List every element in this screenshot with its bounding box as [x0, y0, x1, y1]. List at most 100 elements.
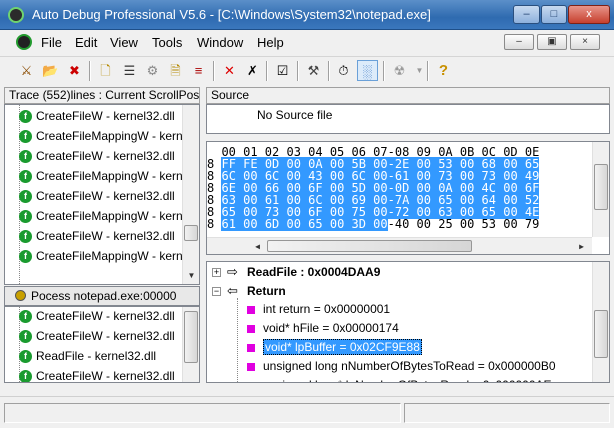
- function-icon: f: [19, 110, 32, 124]
- help-icon[interactable]: ?: [433, 60, 454, 81]
- hex-scroll-thumb[interactable]: [594, 164, 608, 210]
- close-x-icon[interactable]: ✗: [242, 60, 263, 81]
- function-icon: f: [19, 310, 32, 324]
- hex-selected-bytes: 61 00 6D 00 65 00 3D 00: [221, 217, 388, 231]
- param-node[interactable]: int return = 0x00000001: [247, 300, 390, 318]
- scroll-left-arrow-icon[interactable]: ◀: [249, 238, 266, 254]
- maximize-button[interactable]: □: [541, 5, 567, 24]
- minimize-button[interactable]: –: [513, 5, 540, 24]
- menu-view[interactable]: View: [110, 35, 138, 50]
- function-icon: f: [19, 210, 32, 224]
- menu-window[interactable]: Window: [197, 35, 243, 50]
- trace-bottom-scroll-thumb[interactable]: [184, 311, 198, 363]
- param-label: unsigned long* lpNumberOfBytesRead = 0x0…: [263, 378, 552, 382]
- toolbar-separator: [297, 61, 299, 81]
- window-title: Auto Debug Professional V5.6 - [C:\Windo…: [32, 7, 431, 22]
- remove-process-icon[interactable]: ✖: [64, 60, 85, 81]
- detail-scroll-thumb[interactable]: [594, 310, 608, 358]
- trace-row[interactable]: f CreateFileW - kernel32.dll: [19, 307, 175, 326]
- hex-row[interactable]: 8 61 00 6D 00 65 00 3D 00-40 00 25 00 53…: [207, 217, 540, 231]
- trace-scroll-thumb[interactable]: [184, 225, 198, 241]
- trace-row[interactable]: f CreateFileW - kernel32.dll: [19, 366, 175, 382]
- expand-readfile-toggle[interactable]: +: [212, 268, 221, 277]
- status-pane-secondary: [404, 403, 610, 423]
- doc-minimize-button[interactable]: –: [504, 34, 534, 50]
- toolbar-separator: [266, 61, 268, 81]
- trace-row[interactable]: f CreateFileMappingW - kerne: [19, 166, 189, 186]
- detail-vscroll[interactable]: [592, 262, 609, 382]
- timer-icon[interactable]: ⏱: [333, 60, 354, 81]
- trace-bottom-vscroll[interactable]: [182, 307, 199, 382]
- trace-list-top[interactable]: f CreateFileW - kernel32.dll f CreateFileM…: [4, 104, 200, 285]
- status-bar: [0, 396, 614, 428]
- param-label: void* lpBuffer = 0x02CF9E88: [263, 339, 422, 355]
- param-node[interactable]: unsigned long nNumberOfBytesToRead = 0x0…: [247, 357, 556, 375]
- trace-row-label: CreateFileW - kernel32.dll: [36, 229, 175, 243]
- scroll-down-arrow-icon[interactable]: ▼: [183, 267, 199, 284]
- menu-help[interactable]: Help: [257, 35, 284, 50]
- menu-tools[interactable]: Tools: [152, 35, 182, 50]
- param-node[interactable]: void* lpBuffer = 0x02CF9E88: [247, 338, 422, 356]
- trace-row[interactable]: f CreateFileW - kernel32.dll: [19, 226, 175, 246]
- trace-list-bottom[interactable]: f CreateFileW - kernel32.dll f CreateFileW…: [4, 306, 200, 383]
- readfile-node[interactable]: ReadFile : 0x0004DAA9: [247, 263, 380, 281]
- function-icon: f: [19, 350, 32, 364]
- trace-row[interactable]: f CreateFileW - kernel32.dll: [19, 146, 175, 166]
- collapse-return-toggle[interactable]: −: [212, 287, 221, 296]
- process-label: Pocess notepad.exe:00000: [31, 289, 177, 303]
- doc-close-button[interactable]: ×: [570, 34, 600, 50]
- toolbar-separator: [89, 61, 91, 81]
- hex-vscroll[interactable]: [592, 142, 609, 237]
- trace-row[interactable]: f ReadFile - kernel32.dll: [19, 346, 156, 366]
- menu-edit[interactable]: Edit: [75, 35, 97, 50]
- trace-row[interactable]: f CreateFileW - kernel32.dll: [19, 186, 175, 206]
- function-icon: f: [19, 170, 32, 184]
- param-label: unsigned long nNumberOfBytesToRead = 0x0…: [263, 359, 556, 373]
- toolbar-separator: [328, 61, 330, 81]
- function-icon: f: [19, 330, 32, 344]
- trace-row[interactable]: f CreateFileW - kernel32.dll: [19, 326, 175, 346]
- hex-view[interactable]: 00 01 02 03 04 05 06 07-08 09 0A 0B 0C 0…: [206, 141, 610, 255]
- settings-gear-icon[interactable]: ⚙: [142, 60, 163, 81]
- trace-row-label: CreateFileW - kernel32.dll: [36, 109, 175, 123]
- function-icon: f: [19, 190, 32, 204]
- trace-vscroll[interactable]: ▼: [182, 105, 199, 284]
- doc-restore-button[interactable]: ▣: [537, 34, 567, 50]
- new-project-icon[interactable]: ⚔: [16, 60, 37, 81]
- call-detail-tree[interactable]: + ⇨ ReadFile : 0x0004DAA9 − ⇦ Return int…: [206, 261, 610, 383]
- menu-file[interactable]: File: [41, 35, 62, 50]
- process-icon: [15, 290, 26, 301]
- configure-icon[interactable]: ⚒: [303, 60, 324, 81]
- process-row[interactable]: Pocess notepad.exe:00000: [4, 286, 200, 306]
- hex-hscroll[interactable]: ◀ ▶: [207, 237, 592, 254]
- arrow-right-icon: ⇨: [227, 264, 238, 279]
- source-message: No Source file: [257, 108, 333, 122]
- plugin-icon[interactable]: ☢: [389, 60, 410, 81]
- trace-row[interactable]: f CreateFileW - kernel32.dll: [19, 106, 175, 126]
- hex-hscroll-thumb[interactable]: [267, 240, 472, 252]
- param-node[interactable]: unsigned long* lpNumberOfBytesRead = 0x0…: [247, 376, 552, 382]
- delete-icon[interactable]: ✕: [219, 60, 240, 81]
- hex-bytes: -40 00 25 00 53 00 79: [387, 217, 540, 231]
- trace-row[interactable]: f CreateFileMappingW - kerne: [19, 126, 189, 146]
- trace-row-label: CreateFileMappingW - kerne: [36, 169, 190, 183]
- chart-icon[interactable]: ░: [357, 60, 378, 81]
- param-icon: [247, 362, 255, 371]
- scroll-right-arrow-icon[interactable]: ▶: [573, 238, 590, 254]
- param-node[interactable]: void* hFile = 0x00000174: [247, 319, 399, 337]
- checkbox-icon[interactable]: ☑: [272, 60, 293, 81]
- toolbar: ⚔ 📂 ✖ 🗋 ☰ ⚙ 🗎 ≡ ✕ ✗ ☑ ⚒ ⏱ ░ ☢ ▼ ?: [0, 56, 614, 84]
- open-folder-icon[interactable]: 📂: [40, 60, 61, 81]
- return-node[interactable]: Return: [247, 282, 286, 300]
- param-icon: [247, 381, 255, 382]
- trace-row[interactable]: f CreateFileMappingW - kerne: [19, 246, 189, 266]
- document-icon[interactable]: [16, 34, 32, 50]
- document-icon[interactable]: 🗎: [165, 60, 186, 81]
- param-icon: [247, 343, 255, 352]
- close-button[interactable]: x: [568, 5, 610, 24]
- menu-bar: File Edit View Tools Window Help – ▣ ×: [0, 30, 614, 54]
- report-icon[interactable]: ≡: [188, 60, 209, 81]
- trace-row[interactable]: f CreateFileMappingW - kerne: [19, 206, 189, 226]
- new-file-icon[interactable]: 🗋: [95, 60, 116, 81]
- hierarchy-icon[interactable]: ☰: [119, 60, 140, 81]
